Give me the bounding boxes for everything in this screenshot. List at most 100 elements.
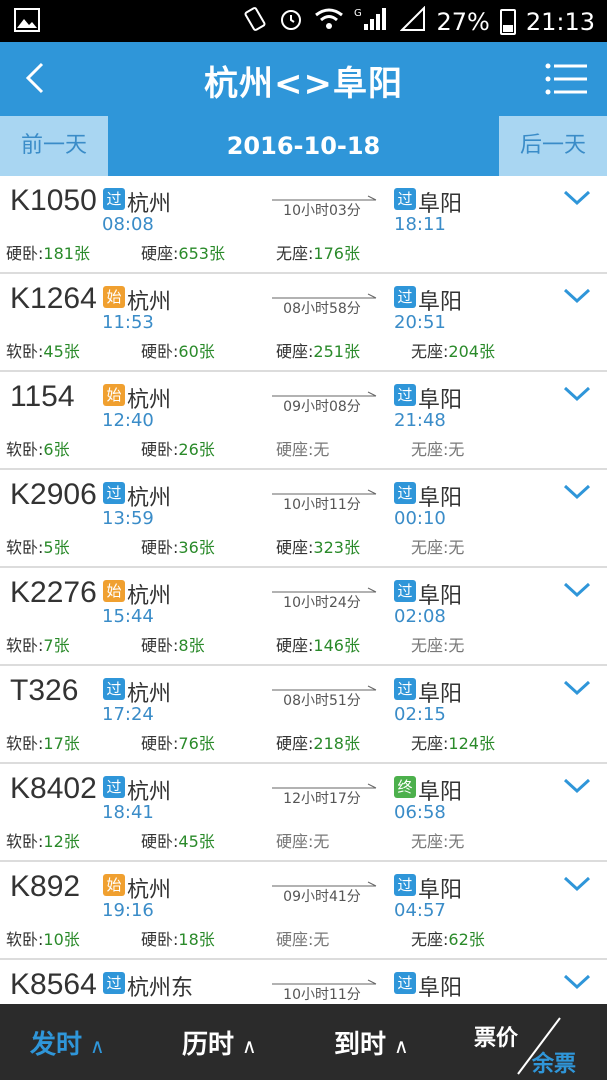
seat-count: 124张	[448, 734, 495, 753]
seat-type: 硬卧:	[141, 832, 179, 851]
seat-availability: 硬座:无	[276, 828, 329, 852]
departure-time: 19:16	[102, 900, 154, 921]
arrival-time: 02:08	[394, 606, 446, 627]
prev-day-button[interactable]: 前一天	[0, 116, 108, 176]
travel-duration: 10小时03分	[283, 203, 361, 219]
seat-type: 软卧:	[6, 832, 44, 851]
seat-availability: 硬座:146张	[276, 632, 360, 656]
chevron-down-icon[interactable]	[562, 188, 592, 208]
seat-availability: 无座:124张	[411, 730, 495, 754]
train-number: K8402	[10, 772, 97, 805]
status-bar: G 27% 21:13	[0, 0, 607, 42]
train-number: K8564	[10, 968, 97, 1001]
chevron-down-icon[interactable]	[562, 286, 592, 306]
seat-count: 无	[448, 832, 465, 851]
seat-count: 无	[313, 832, 330, 851]
seat-type: 硬座:	[276, 538, 314, 557]
seat-count: 8张	[178, 636, 205, 655]
train-row[interactable]: T326 过杭州 17:24 08小时51分过阜阳 02:15 软卧:17张 硬卧:76张硬…	[0, 666, 607, 764]
seat-type: 软卧:	[6, 440, 44, 459]
seat-availability: 软卧:6张	[6, 436, 70, 460]
from-origin-badge: 始	[103, 874, 125, 896]
sort-duration-button[interactable]: 历时 ∧	[182, 1024, 257, 1061]
sort-departure-button[interactable]: 发时 ∧	[30, 1024, 105, 1061]
caret-up-icon: ∧	[394, 1034, 409, 1058]
chevron-down-icon[interactable]	[562, 972, 592, 992]
seat-count: 181张	[43, 244, 90, 263]
seat-availability: 硬卧:26张	[141, 436, 215, 460]
menu-button[interactable]	[545, 62, 587, 96]
seat-availability: 硬座:653张	[141, 240, 225, 264]
train-row[interactable]: K8402 过杭州 18:41 12小时17分终阜阳 06:58 软卧:12张 硬卧:45张…	[0, 764, 607, 862]
seat-count: 17张	[43, 734, 80, 753]
seat-availability: 无座:无	[411, 436, 464, 460]
seat-availability: 硬卧:8张	[141, 632, 205, 656]
sort-price-button[interactable]: 票价	[474, 1020, 518, 1052]
seat-type: 硬卧:	[141, 538, 179, 557]
train-number: 1154	[10, 380, 75, 413]
seat-availability: 软卧:10张	[6, 926, 80, 950]
departure-time: 13:59	[102, 508, 154, 529]
chevron-down-icon[interactable]	[562, 678, 592, 698]
seat-count: 26张	[178, 440, 215, 459]
arrival-time: 18:11	[394, 214, 446, 235]
seat-availability: 无座:无	[411, 632, 464, 656]
seat-count: 176张	[313, 244, 360, 263]
seat-count: 7张	[43, 636, 70, 655]
chevron-down-icon[interactable]	[562, 580, 592, 600]
train-row[interactable]: K1050 过杭州 08:08 10小时03分过阜阳 18:11 硬卧:181张 硬座:65…	[0, 176, 607, 274]
train-row[interactable]: 1154 始杭州 12:40 09小时08分过阜阳 21:48 软卧:6张 硬卧:26张 硬座…	[0, 372, 607, 470]
seat-count: 62张	[448, 930, 485, 949]
chevron-down-icon[interactable]	[562, 874, 592, 894]
from-pass-badge: 过	[103, 188, 125, 210]
sort-bar: 发时 ∧ 历时 ∧ 到时 ∧ 票价 余票	[0, 1004, 607, 1080]
departure-time: 15:44	[102, 606, 154, 627]
battery-icon	[499, 9, 516, 35]
train-number: K1264	[10, 282, 97, 315]
travel-duration: 08小时58分	[283, 301, 361, 317]
seat-availability: 硬卧:76张	[141, 730, 215, 754]
seat-availability: 软卧:17张	[6, 730, 80, 754]
train-row[interactable]: K2906 过杭州 13:59 10小时11分过阜阳 00:10 软卧:5张 硬卧:36张硬…	[0, 470, 607, 568]
seat-availability: 硬座:无	[276, 436, 329, 460]
from-origin-badge: 始	[103, 384, 125, 406]
seat-type: 硬卧:	[141, 636, 179, 655]
seat-availability: 硬卧:36张	[141, 534, 215, 558]
chevron-down-icon[interactable]	[562, 482, 592, 502]
travel-duration: 12小时17分	[283, 791, 361, 807]
arrival-time: 04:57	[394, 900, 446, 921]
seat-count: 36张	[178, 538, 215, 557]
list-menu-icon	[545, 63, 587, 95]
train-row[interactable]: K8564 过杭州东 10小时11分过阜阳	[0, 960, 607, 1004]
seat-type: 硬座:	[141, 244, 179, 263]
sort-arrival-button[interactable]: 到时 ∧	[334, 1024, 409, 1061]
seat-availability: 无座:62张	[411, 926, 485, 950]
arrival-time: 20:51	[394, 312, 446, 333]
seat-count: 10张	[43, 930, 80, 949]
chevron-down-icon[interactable]	[562, 384, 592, 404]
vibrate-icon	[242, 6, 268, 38]
next-day-button[interactable]: 后一天	[499, 116, 607, 176]
departure-time: 18:41	[102, 802, 154, 823]
seat-type: 软卧:	[6, 538, 44, 557]
train-row[interactable]: K892 始杭州 19:16 09小时41分过阜阳 04:57 软卧:10张 硬卧:18张硬…	[0, 862, 607, 960]
train-list: K1050 过杭州 08:08 10小时03分过阜阳 18:11 硬卧:181张 硬座:65…	[0, 176, 607, 1004]
train-row[interactable]: K2276 始杭州 15:44 10小时24分过阜阳 02:08 软卧:7张 硬卧:8张 硬座…	[0, 568, 607, 666]
sort-duration-label: 历时	[182, 1030, 235, 1060]
seat-count: 45张	[43, 342, 80, 361]
travel-duration: 09小时41分	[283, 889, 361, 905]
travel-duration: 10小时11分	[283, 497, 361, 513]
train-row[interactable]: K1264 始杭州 11:53 08小时58分过阜阳 20:51 软卧:45张 硬卧:60张…	[0, 274, 607, 372]
chevron-down-icon[interactable]	[562, 776, 592, 796]
caret-up-icon: ∧	[242, 1034, 257, 1058]
seat-availability: 软卧:45张	[6, 338, 80, 362]
from-pass-badge: 过	[103, 482, 125, 504]
seat-count: 45张	[178, 832, 215, 851]
sort-remaining-button[interactable]: 余票	[532, 1046, 576, 1078]
seat-count: 无	[313, 440, 330, 459]
seat-count: 5张	[43, 538, 70, 557]
current-date[interactable]: 2016-10-18	[108, 116, 499, 176]
travel-duration: 10小时24分	[283, 595, 361, 611]
seat-type: 硬座:	[276, 832, 314, 851]
seat-type: 无座:	[411, 930, 449, 949]
